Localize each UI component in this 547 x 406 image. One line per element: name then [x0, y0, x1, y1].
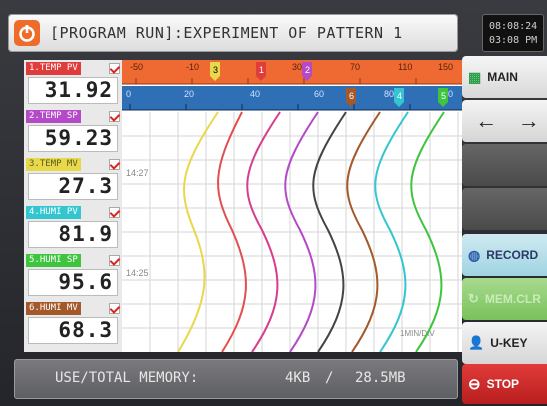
- top-scale-label: 150: [438, 62, 453, 72]
- record-label: RECORD: [486, 248, 539, 262]
- bottom-scale-label: 40: [250, 89, 260, 99]
- forward-arrow-icon[interactable]: →: [518, 108, 540, 134]
- top-scale-label: -50: [130, 62, 143, 72]
- record-icon: ◍: [468, 246, 481, 263]
- top-scale-label: 110: [398, 62, 412, 72]
- memory-clear-icon: ↻: [468, 291, 479, 306]
- main-button[interactable]: ▦ MAIN: [462, 56, 547, 98]
- trend-graph-svg: -50 -10 30 70 110 150 3 1 2 0 20 40 60 8…: [122, 60, 462, 352]
- channel-value: 81.9: [28, 221, 118, 248]
- stop-icon: ⊖: [468, 376, 481, 393]
- record-button[interactable]: ◍ RECORD: [462, 234, 547, 276]
- channel-checkbox[interactable]: [109, 207, 120, 218]
- clock-display: 08:08:24 03:08 PM: [482, 14, 544, 52]
- back-arrow-icon[interactable]: ←: [475, 108, 497, 134]
- clock-date: 08:08:24: [489, 21, 538, 32]
- svg-text:4: 4: [397, 91, 402, 101]
- memory-clear-button[interactable]: ↻ MEM.CLR: [462, 278, 547, 320]
- power-logo-icon: [14, 20, 40, 46]
- user-key-label: U-KEY: [490, 336, 528, 350]
- bottom-scale-label: 60: [314, 89, 324, 99]
- channel-5[interactable]: 5.HUMI SP 95.6: [24, 252, 122, 300]
- blank-button-2[interactable]: [462, 188, 547, 230]
- bottom-scale-label: 20: [184, 89, 194, 99]
- memory-total: 28.5MB: [355, 370, 406, 386]
- channel-tag: 2.TEMP SP: [26, 110, 81, 123]
- channel-checkbox[interactable]: [109, 303, 120, 314]
- channel-2[interactable]: 2.TEMP SP 59.23: [24, 108, 122, 156]
- time-label: 14:25: [126, 268, 149, 278]
- user-key-button[interactable]: 👤 U-KEY: [462, 322, 547, 364]
- channel-4[interactable]: 4.HUMI PV 81.9: [24, 204, 122, 252]
- channel-3[interactable]: 3.TEMP MV 27.3: [24, 156, 122, 204]
- channel-panel: 1.TEMP PV 31.92 2.TEMP SP 59.23 3.TEMP M…: [24, 60, 122, 352]
- channel-checkbox[interactable]: [109, 159, 120, 170]
- channel-6[interactable]: 6.HUMI MV 68.3: [24, 300, 122, 348]
- channel-value: 31.92: [28, 77, 118, 104]
- channel-checkbox[interactable]: [109, 111, 120, 122]
- memory-used: 4KB: [285, 370, 311, 386]
- time-label: 14:27: [126, 168, 149, 178]
- svg-text:3: 3: [213, 65, 218, 75]
- channel-value: 68.3: [28, 317, 118, 344]
- channel-tag: 5.HUMI SP: [26, 254, 81, 267]
- bottom-scale-bar: [122, 86, 462, 110]
- blank-button-1[interactable]: [462, 144, 547, 186]
- top-scale-label: -10: [186, 62, 199, 72]
- main-label: MAIN: [487, 70, 518, 84]
- memory-separator: /: [325, 370, 334, 386]
- bottom-scale-label: 80: [384, 89, 394, 99]
- top-scale-label: 30: [292, 62, 302, 72]
- channel-tag: 4.HUMI PV: [26, 206, 81, 219]
- memory-clear-label: MEM.CLR: [484, 292, 541, 306]
- page-title: [PROGRAM RUN]:EXPERIMENT OF PATTERN 1: [50, 24, 403, 42]
- svg-text:6: 6: [349, 91, 354, 101]
- stop-button[interactable]: ⊖ STOP: [462, 364, 547, 404]
- channel-checkbox[interactable]: [109, 63, 120, 74]
- user-icon: 👤: [468, 335, 485, 350]
- memory-status-bar: USE/TOTAL MEMORY: 4KB / 28.5MB: [14, 359, 458, 399]
- svg-text:2: 2: [305, 65, 310, 75]
- channel-checkbox[interactable]: [109, 255, 120, 266]
- clock-time: 03:08 PM: [489, 35, 538, 46]
- title-bar: [PROGRAM RUN]:EXPERIMENT OF PATTERN 1: [8, 14, 458, 52]
- trend-graph[interactable]: -50 -10 30 70 110 150 3 1 2 0 20 40 60 8…: [122, 60, 462, 352]
- top-scale-label: 70: [350, 62, 360, 72]
- channel-1[interactable]: 1.TEMP PV 31.92: [24, 60, 122, 108]
- channel-tag: 3.TEMP MV: [26, 158, 81, 171]
- channel-value: 27.3: [28, 173, 118, 200]
- memory-label: USE/TOTAL MEMORY:: [55, 370, 199, 386]
- svg-text:5: 5: [441, 91, 446, 101]
- stop-label: STOP: [486, 377, 520, 391]
- graph-grid: [122, 112, 462, 352]
- bottom-scale-label: 0: [126, 89, 131, 99]
- svg-text:1: 1: [259, 65, 264, 75]
- channel-value: 95.6: [28, 269, 118, 296]
- channel-tag: 6.HUMI MV: [26, 302, 81, 315]
- channel-value: 59.23: [28, 125, 118, 152]
- page-nav: ← →: [462, 100, 547, 142]
- grid-icon: ▦: [468, 68, 482, 85]
- channel-tag: 1.TEMP PV: [26, 62, 81, 75]
